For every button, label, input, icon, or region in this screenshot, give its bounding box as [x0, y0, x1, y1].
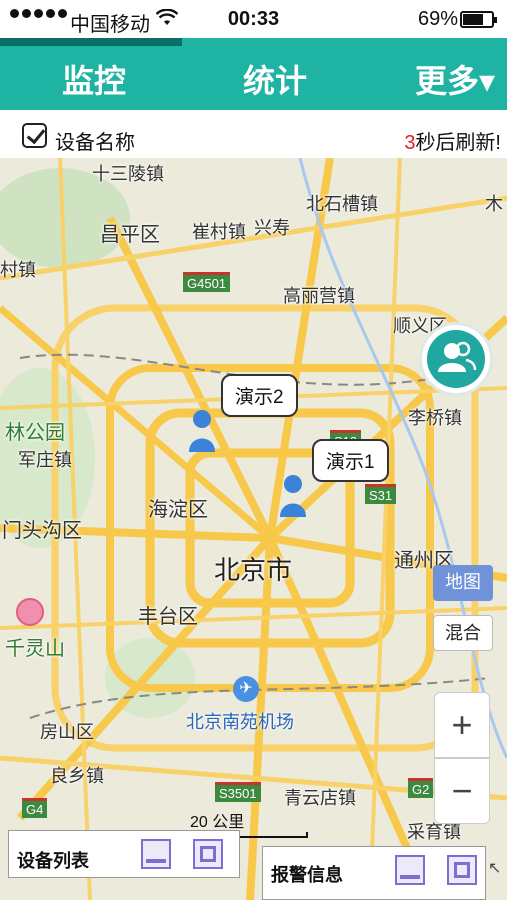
marker-label[interactable]: 演示1: [312, 439, 389, 482]
map-label: 青云店镇: [284, 788, 356, 808]
map-label: 丰台区: [138, 606, 198, 628]
zoom-out-button[interactable]: −: [434, 758, 490, 824]
person-marker-icon[interactable]: [187, 408, 217, 454]
map-label: 千灵山: [5, 638, 65, 660]
map-label: 林公园: [5, 422, 65, 444]
refresh-count: 3: [404, 132, 416, 154]
scale-label: 20 公里: [190, 814, 245, 831]
highway-shield: G4: [22, 798, 48, 818]
map-label: 高丽营镇: [283, 286, 355, 306]
map-label: 门头沟区: [2, 520, 82, 542]
battery-percent: 69%: [418, 8, 459, 30]
refresh-countdown: 3秒后刷新!: [404, 126, 501, 155]
person-marker-icon[interactable]: [278, 473, 308, 519]
map-label: 房山区: [40, 722, 94, 742]
highway-shield: S3501: [215, 782, 261, 802]
alarm-info-panel: 报警信息: [262, 846, 486, 900]
flower-poi-icon: [16, 598, 44, 626]
status-bar: 中国移动 00:33 69%: [0, 0, 507, 38]
device-list-title: 设备列表: [17, 851, 89, 871]
maximize-icon[interactable]: [193, 839, 223, 869]
map-type-hybrid-button[interactable]: 混合: [433, 615, 493, 651]
map-label-airport: 北京南苑机场: [186, 712, 294, 732]
active-tab-indicator: [0, 38, 182, 46]
alarm-info-title: 报警信息: [271, 865, 343, 885]
more-menu-button[interactable]: 更多▾: [415, 56, 495, 102]
minimize-icon[interactable]: [395, 855, 425, 885]
map-label: 海淀区: [148, 499, 208, 521]
device-name-checkbox[interactable]: [22, 123, 47, 148]
refresh-text: 秒后刷新!: [415, 132, 501, 154]
tab-monitor[interactable]: 监控: [62, 56, 126, 102]
map-label: 兴寿: [254, 218, 290, 238]
map-type-standard-button[interactable]: 地图: [433, 565, 493, 601]
map-label: 崔村镇: [192, 222, 246, 242]
zoom-in-button[interactable]: +: [434, 692, 490, 758]
resize-handle-icon[interactable]: ↖: [488, 858, 501, 878]
highway-shield: G4501: [183, 272, 231, 292]
map-label: 十三陵镇: [92, 164, 164, 184]
device-name-label: 设备名称: [55, 132, 135, 154]
highway-shield: S31: [365, 484, 397, 504]
highway-shield: G2: [408, 778, 434, 798]
map-label: 北石槽镇: [306, 194, 378, 214]
battery-icon: [460, 11, 497, 28]
map-label: 木: [485, 194, 503, 214]
map-label-city: 北京市: [214, 555, 293, 585]
map-label: 良乡镇: [50, 766, 104, 786]
tab-statistics[interactable]: 统计: [243, 56, 307, 102]
maximize-icon[interactable]: [447, 855, 477, 885]
map-label: 李桥镇: [408, 408, 462, 428]
airport-icon: ✈: [233, 676, 259, 702]
marker-label[interactable]: 演示2: [221, 374, 298, 417]
map-view[interactable]: 十三陵镇 北石槽镇 木 昌平区 崔村镇 兴寿 村镇 G4501 高丽营镇 顺义区…: [0, 158, 507, 900]
people-button[interactable]: [419, 322, 493, 396]
minimize-icon[interactable]: [141, 839, 171, 869]
map-label: 昌平区: [100, 224, 160, 246]
map-label: 军庄镇: [18, 450, 72, 470]
top-nav-bar: 监控 统计 更多▾: [0, 38, 507, 110]
people-icon: [438, 341, 477, 372]
map-label: 村镇: [0, 260, 36, 280]
device-list-panel: 设备列表: [8, 830, 240, 878]
